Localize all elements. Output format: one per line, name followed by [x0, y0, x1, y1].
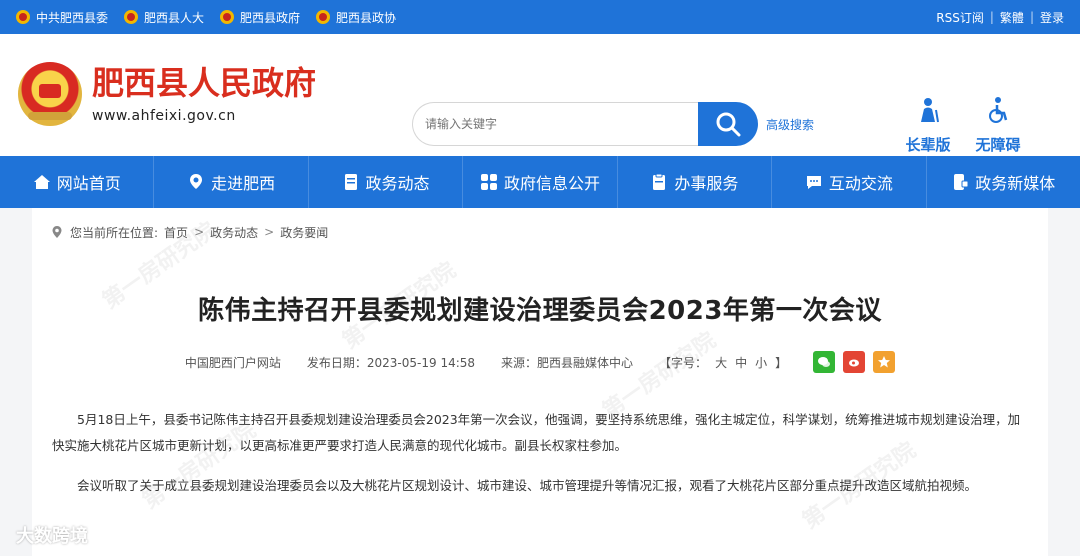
home-icon	[33, 173, 51, 191]
nav-label: 政务动态	[365, 174, 430, 193]
nav-label: 走进肥西	[211, 174, 276, 193]
document-icon	[342, 173, 360, 191]
font-size-suffix: 】	[775, 355, 788, 370]
search-icon	[716, 112, 741, 137]
wechat-icon	[818, 357, 831, 367]
nav-item-new-media[interactable]: 政务新媒体	[927, 156, 1080, 208]
divider: |	[1029, 10, 1034, 24]
grid-icon	[480, 173, 498, 191]
cppcc-emblem-icon	[316, 10, 331, 24]
font-size-medium[interactable]: 中	[735, 354, 747, 371]
site-url: www.ahfeixi.gov.cn	[92, 108, 236, 124]
main-nav: 网站首页 走进肥西 政务动态 政府信息公开 办事服务 互动交流 政务新媒体	[0, 156, 1080, 208]
meta-site: 中国肥西门户网站	[184, 355, 281, 370]
advanced-search-link[interactable]: 高级搜索	[766, 116, 814, 133]
nav-item-news[interactable]: 政务动态	[309, 156, 464, 208]
mobile-icon	[951, 173, 969, 191]
rss-link[interactable]: RSS订阅	[936, 9, 984, 26]
chat-icon	[805, 173, 823, 191]
meta-source: 来源：肥西县融媒体中心	[501, 355, 634, 370]
search-input[interactable]	[412, 102, 698, 146]
accessibility-button[interactable]: 无障碍	[968, 96, 1028, 155]
source-watermark: 大数跨境	[16, 526, 88, 547]
nav-label: 政府信息公开	[503, 174, 600, 193]
favorite-button[interactable]	[873, 351, 896, 373]
party-emblem-icon	[16, 10, 30, 24]
top-right-links: RSS订阅 | 繁體 | 登录	[936, 9, 1064, 26]
top-links: 中共肥西县委 肥西县人大 肥西县政府 肥西县政协	[16, 9, 396, 26]
breadcrumb-label: 您当前所在位置:	[70, 225, 159, 240]
top-link-label: 肥西县政府	[240, 10, 301, 25]
nav-item-interaction[interactable]: 互动交流	[772, 156, 927, 208]
search-button[interactable]	[698, 102, 758, 146]
meta-date: 发布日期：2023-05-19 14:58	[306, 355, 476, 370]
elder-mode-button[interactable]: 长辈版	[898, 96, 958, 155]
chevron-right-icon: >	[264, 225, 275, 239]
weibo-share-button[interactable]	[843, 351, 866, 373]
top-link-label: 中共肥西县委	[36, 10, 109, 25]
top-link-cppcc[interactable]: 肥西县政协	[316, 9, 396, 26]
top-link-congress[interactable]: 肥西县人大	[124, 9, 204, 26]
star-icon	[878, 356, 891, 368]
elder-mode-label: 长辈版	[905, 136, 951, 154]
nav-label: 互动交流	[828, 174, 893, 193]
article-title: 陈伟主持召开县委规划建设治理委员会2023年第一次会议	[198, 296, 882, 326]
wheelchair-icon	[989, 97, 1008, 123]
article-container: 您当前所在位置: 首页 > 政务动态 > 政务要闻 陈伟主持召开县委规划建设治理…	[32, 208, 1048, 556]
nav-item-disclosure[interactable]: 政府信息公开	[463, 156, 618, 208]
site-name: 肥西县人民政府	[92, 64, 317, 102]
top-link-government[interactable]: 肥西县政府	[220, 9, 300, 26]
site-header: 肥西县人民政府 www.ahfeixi.gov.cn 高级搜索 长辈版 无障碍	[0, 34, 1080, 156]
clipboard-icon	[650, 173, 668, 191]
login-link[interactable]: 登录	[1040, 9, 1064, 26]
national-emblem-icon	[18, 62, 82, 126]
nav-item-about[interactable]: 走进肥西	[154, 156, 309, 208]
nav-label: 政务新媒体	[975, 174, 1056, 193]
top-link-label: 肥西县人大	[144, 10, 205, 25]
breadcrumb-headlines[interactable]: 政务要闻	[280, 224, 328, 241]
location-pin-icon	[52, 226, 62, 238]
nav-item-home[interactable]: 网站首页	[0, 156, 155, 208]
share-buttons	[813, 351, 896, 373]
location-icon	[187, 173, 205, 191]
top-bar: 中共肥西县委 肥西县人大 肥西县政府 肥西县政协 RSS订阅 | 繁體 | 登录	[0, 0, 1080, 34]
divider: |	[989, 10, 994, 24]
search-bar	[412, 102, 758, 146]
top-link-label: 肥西县政协	[336, 10, 397, 25]
wechat-share-button[interactable]	[813, 351, 836, 373]
accessibility-label: 无障碍	[975, 136, 1021, 154]
article-meta: 中国肥西门户网站 发布日期：2023-05-19 14:58 来源：肥西县融媒体…	[32, 351, 1048, 373]
font-size-small[interactable]: 小	[755, 354, 767, 371]
national-emblem-icon	[124, 10, 139, 24]
traditional-chinese-link[interactable]: 繁體	[1000, 9, 1024, 26]
top-link-party[interactable]: 中共肥西县委	[16, 9, 108, 26]
nav-label: 办事服务	[674, 174, 739, 193]
national-emblem-icon	[220, 10, 235, 24]
font-size-large[interactable]: 大	[715, 354, 727, 371]
nav-item-services[interactable]: 办事服务	[618, 156, 773, 208]
nav-label: 网站首页	[56, 174, 121, 193]
site-logo[interactable]: 肥西县人民政府 www.ahfeixi.gov.cn	[18, 62, 316, 126]
weibo-icon	[849, 359, 860, 367]
elder-icon	[921, 98, 939, 123]
